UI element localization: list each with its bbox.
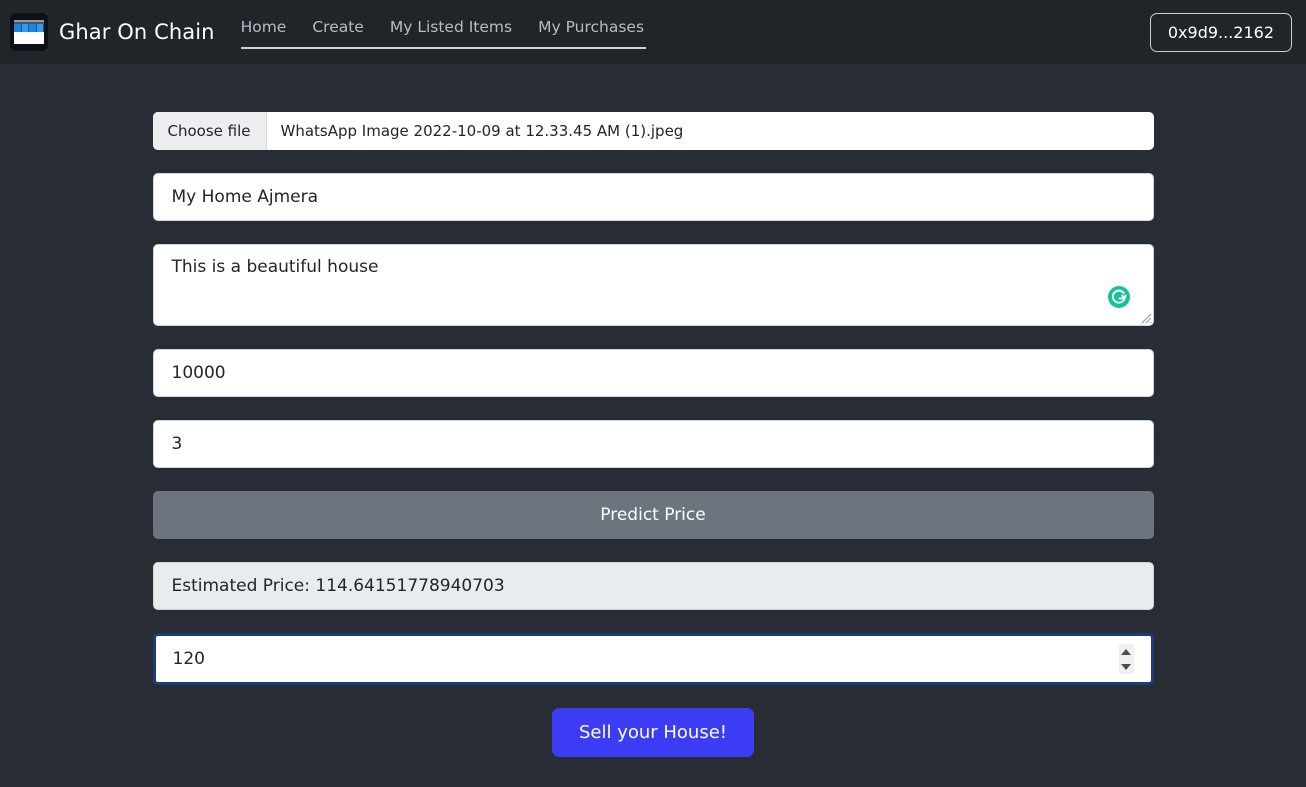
price-input[interactable]: 120 [152, 633, 1154, 685]
predict-row: Predict Price [152, 491, 1154, 539]
bedrooms-row: 3 [152, 420, 1154, 468]
predict-price-button[interactable]: Predict Price [152, 491, 1154, 539]
house-name-input[interactable]: My Home Ajmera [152, 173, 1154, 221]
sell-house-button[interactable]: Sell your House! [551, 708, 755, 757]
description-row: This is a beautiful house [152, 244, 1154, 326]
nav-links: Home Create My Listed Items My Purchases [240, 16, 647, 49]
price-value: 120 [172, 649, 205, 669]
brand[interactable]: Ghar On Chain [10, 13, 215, 51]
storefront-icon [10, 13, 48, 51]
area-row: 10000 [152, 349, 1154, 397]
wallet-address-button[interactable]: 0x9d9...2162 [1149, 13, 1292, 52]
textarea-resize-handle[interactable] [1136, 308, 1152, 324]
description-textarea[interactable]: This is a beautiful house [152, 244, 1154, 326]
area-input[interactable]: 10000 [152, 349, 1154, 397]
choose-file-button[interactable]: Choose file [152, 112, 267, 150]
nav-item-my-purchases[interactable]: My Purchases [538, 18, 644, 36]
description-text: This is a beautiful house [171, 257, 379, 277]
estimated-price-label: Estimated Price: 114.64151778940703 [152, 562, 1154, 610]
quantity-stepper[interactable] [1118, 644, 1134, 674]
nav-item-my-listed-items[interactable]: My Listed Items [390, 18, 512, 36]
create-listing-form: Choose file WhatsApp Image 2022-10-09 at… [152, 64, 1154, 757]
estimate-row: Estimated Price: 114.64151778940703 [152, 562, 1154, 610]
name-row: My Home Ajmera [152, 173, 1154, 221]
stepper-down-icon[interactable] [1121, 663, 1131, 670]
file-name-label: WhatsApp Image 2022-10-09 at 12.33.45 AM… [280, 122, 684, 140]
file-upload-row: Choose file WhatsApp Image 2022-10-09 at… [152, 112, 1154, 150]
price-row: 120 [152, 633, 1154, 685]
submit-row: Sell your House! [153, 708, 1154, 757]
nav-item-create[interactable]: Create [312, 18, 364, 36]
nav-item-home[interactable]: Home [241, 18, 287, 36]
file-input[interactable]: Choose file WhatsApp Image 2022-10-09 at… [152, 112, 1154, 150]
navbar: Ghar On Chain Home Create My Listed Item… [0, 0, 1306, 64]
grammarly-icon[interactable] [1107, 285, 1131, 309]
stepper-up-icon[interactable] [1121, 648, 1131, 655]
bedrooms-input[interactable]: 3 [152, 420, 1154, 468]
brand-title: Ghar On Chain [59, 20, 215, 44]
